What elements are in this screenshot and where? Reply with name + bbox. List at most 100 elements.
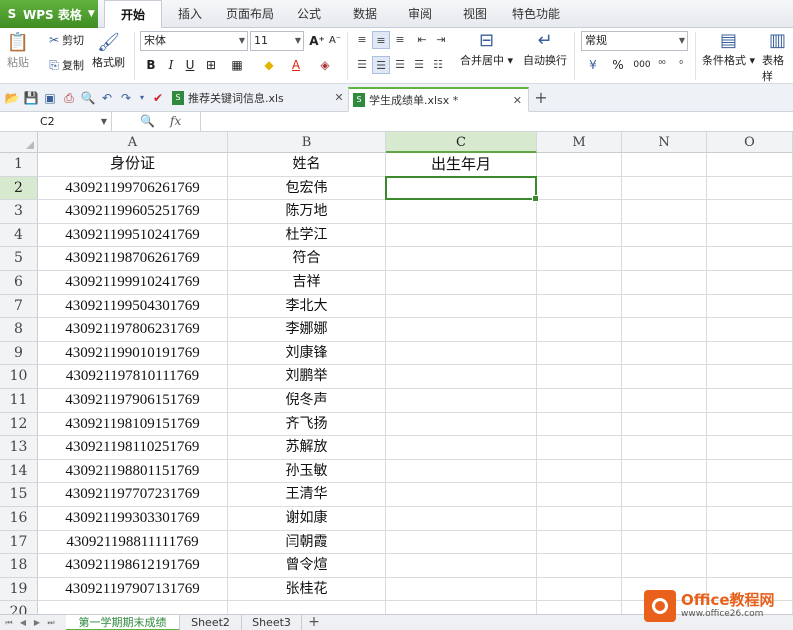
print-preview-icon[interactable]: ▣	[42, 90, 58, 106]
row-header[interactable]: 14	[0, 459, 38, 484]
row-header[interactable]: 6	[0, 271, 38, 295]
row-header[interactable]: 3	[0, 200, 38, 224]
table-cell[interactable]	[707, 223, 793, 248]
italic-button[interactable]: I	[162, 56, 180, 74]
table-cell[interactable]: 陈万地	[228, 200, 386, 224]
table-cell[interactable]: 闫朝霞	[228, 530, 386, 555]
tab-data[interactable]: 数据	[353, 0, 377, 28]
table-cell[interactable]	[707, 459, 793, 484]
table-cell[interactable]: 李北大	[228, 294, 386, 319]
bold-button[interactable]: B	[142, 56, 160, 74]
row-header[interactable]: 17	[0, 530, 38, 555]
tab-review[interactable]: 审阅	[408, 0, 432, 28]
active-cell-selection[interactable]	[385, 175, 539, 202]
font-name-select[interactable]: 宋体 ▼	[140, 31, 248, 51]
next-sheet-icon[interactable]: ▶	[30, 615, 44, 630]
table-cell[interactable]: 430921198109151769	[38, 412, 228, 437]
select-all-corner[interactable]	[0, 132, 38, 153]
table-cell[interactable]	[707, 412, 793, 437]
formula-input[interactable]	[200, 112, 793, 131]
table-cell[interactable]	[537, 223, 622, 248]
number-format-select[interactable]: 常规 ▼	[581, 31, 688, 51]
border-icon[interactable]: ⊞	[202, 56, 220, 74]
table-cell[interactable]: 430921199303301769	[38, 507, 228, 531]
table-cell[interactable]	[386, 341, 537, 366]
table-cell[interactable]	[537, 389, 622, 413]
table-cell[interactable]: 430921198110251769	[38, 436, 228, 460]
table-cell[interactable]: 刘康锋	[228, 341, 386, 366]
table-cell[interactable]	[622, 318, 707, 342]
sheet-tab-sheet2[interactable]: Sheet2	[180, 615, 242, 630]
table-cell[interactable]	[622, 507, 707, 531]
table-cell[interactable]	[386, 507, 537, 531]
close-icon[interactable]: ✕	[513, 89, 522, 113]
tab-insert[interactable]: 插入	[178, 0, 202, 28]
align-left-icon[interactable]: ☰	[353, 56, 371, 74]
tab-special-features[interactable]: 特色功能	[512, 0, 560, 28]
table-cell[interactable]	[537, 176, 622, 201]
row-header[interactable]: 8	[0, 318, 38, 342]
new-tab-icon[interactable]: +	[533, 90, 549, 106]
row-header[interactable]: 16	[0, 507, 38, 531]
table-cell[interactable]	[386, 271, 537, 295]
column-header-o[interactable]: O	[707, 132, 793, 153]
font-color-icon[interactable]: A	[287, 56, 305, 74]
table-cell[interactable]: 430921197707231769	[38, 483, 228, 507]
table-cell[interactable]	[622, 247, 707, 271]
row-header[interactable]: 19	[0, 577, 38, 602]
align-right-icon[interactable]: ☰	[391, 56, 409, 74]
table-cell[interactable]: 符合	[228, 247, 386, 271]
copy-button[interactable]: ⎘ 复制	[46, 57, 84, 73]
column-header-a[interactable]: A	[38, 132, 228, 153]
row-header[interactable]: 10	[0, 365, 38, 389]
row-header[interactable]: 9	[0, 341, 38, 366]
table-cell[interactable]: 包宏伟	[228, 176, 386, 201]
table-cell[interactable]: 王清华	[228, 483, 386, 507]
table-cell[interactable]	[386, 601, 537, 614]
zoom-icon[interactable]: 🔍	[140, 112, 155, 131]
table-cell[interactable]	[537, 200, 622, 224]
fill-color-icon[interactable]: ◆	[260, 56, 278, 74]
table-cell[interactable]: 姓名	[228, 153, 386, 177]
table-cell[interactable]	[537, 247, 622, 271]
table-cell[interactable]	[537, 318, 622, 342]
font-size-select[interactable]: 11 ▼	[250, 31, 304, 51]
close-icon[interactable]: ✕	[331, 90, 347, 106]
doc-tab-student-grades[interactable]: S 学生成绩单.xlsx * ✕	[348, 87, 529, 112]
row-header[interactable]: 12	[0, 412, 38, 437]
sheet-tab-semester[interactable]: 第一学期期末成绩	[66, 615, 180, 630]
table-cell[interactable]: 张桂花	[228, 577, 386, 602]
table-cell[interactable]	[228, 601, 386, 614]
table-cell[interactable]	[707, 507, 793, 531]
table-cell[interactable]	[622, 412, 707, 437]
tab-page-layout[interactable]: 页面布局	[226, 0, 274, 28]
print-icon[interactable]: ⎙	[61, 90, 77, 106]
row-header[interactable]: 7	[0, 294, 38, 319]
chevron-down-icon[interactable]: ▾	[134, 90, 150, 106]
column-header-n[interactable]: N	[622, 132, 707, 153]
currency-icon[interactable]: ¥	[584, 56, 602, 74]
table-cell[interactable]	[537, 294, 622, 319]
table-cell[interactable]	[707, 176, 793, 201]
table-cell[interactable]: 吉祥	[228, 271, 386, 295]
decrease-decimal-icon[interactable]: ⁰	[672, 56, 690, 74]
table-cell[interactable]: 李娜娜	[228, 318, 386, 342]
table-cell[interactable]	[622, 554, 707, 578]
table-cell[interactable]	[537, 153, 622, 177]
tab-formulas[interactable]: 公式	[297, 0, 321, 28]
table-cell[interactable]	[537, 459, 622, 484]
wrap-text-button[interactable]: ↵ 自动换行	[523, 30, 567, 68]
table-cell[interactable]: 430921199010191769	[38, 341, 228, 366]
table-cell[interactable]	[537, 436, 622, 460]
table-cell[interactable]	[707, 271, 793, 295]
table-cell[interactable]: 430921199910241769	[38, 271, 228, 295]
table-cell[interactable]: 430921198612191769	[38, 554, 228, 578]
table-cell[interactable]	[622, 341, 707, 366]
function-icon[interactable]: fx	[170, 112, 181, 131]
increase-font-icon[interactable]: A⁺	[308, 32, 326, 50]
table-cell[interactable]	[707, 389, 793, 413]
table-cell[interactable]	[386, 318, 537, 342]
table-cell[interactable]	[622, 176, 707, 201]
table-cell[interactable]	[386, 436, 537, 460]
table-cell[interactable]: 430921198801151769	[38, 459, 228, 484]
